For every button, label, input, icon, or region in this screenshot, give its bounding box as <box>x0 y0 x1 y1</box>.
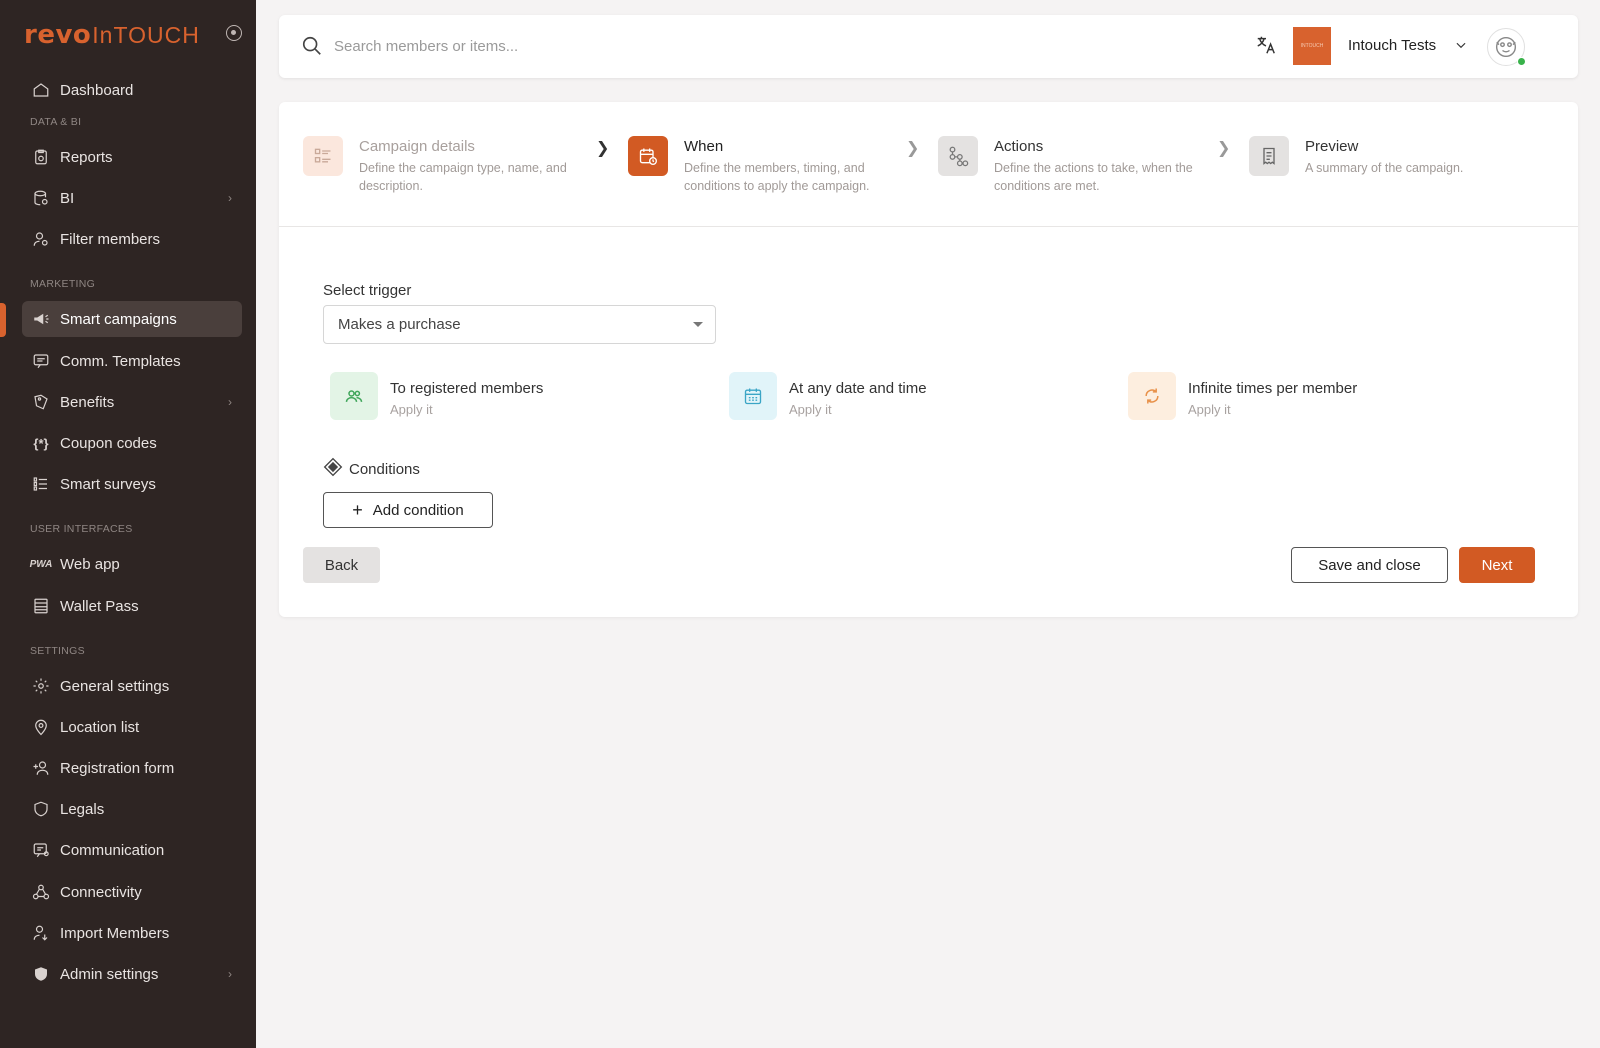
top-bar: INTOUCH Intouch Tests <box>279 15 1578 78</box>
chevron-right-icon: ❯ <box>906 140 920 157</box>
sidebar-item-registration-form[interactable]: Registration form <box>22 750 242 786</box>
sidebar-item-general-settings[interactable]: General settings <box>22 668 242 704</box>
translate-icon[interactable] <box>1255 34 1277 61</box>
user-add-icon <box>30 757 52 779</box>
search-icon <box>301 35 323 62</box>
users-icon <box>330 372 378 420</box>
online-status-dot <box>1517 57 1526 66</box>
chevron-right-icon: › <box>228 395 232 409</box>
shield-icon <box>30 798 52 820</box>
database-icon <box>30 187 52 209</box>
sidebar-item-bi[interactable]: BI › <box>22 180 242 216</box>
diamond-icon <box>323 457 343 481</box>
braces-icon: {*} <box>33 435 49 451</box>
wallet-icon <box>30 595 52 617</box>
chevron-right-icon: ❯ <box>1217 140 1231 157</box>
sidebar: revo InTOUCH Dashboard DATA & BI Reports… <box>0 0 256 1048</box>
save-and-close-button[interactable]: Save and close <box>1291 547 1448 583</box>
plus-icon: + <box>352 499 363 520</box>
section-label-user-interfaces: USER INTERFACES <box>30 523 133 535</box>
add-condition-button[interactable]: + Add condition <box>323 492 493 528</box>
location-pin-icon <box>30 716 52 738</box>
sidebar-item-coupon-codes[interactable]: {*} Coupon codes <box>22 425 242 461</box>
list-icon <box>30 473 52 495</box>
sidebar-item-admin-settings[interactable]: Admin settings › <box>22 956 242 992</box>
sidebar-item-import-members[interactable]: Import Members <box>22 915 242 951</box>
sidebar-item-location-list[interactable]: Location list <box>22 709 242 745</box>
reports-icon <box>30 146 52 168</box>
home-icon <box>30 79 52 101</box>
sidebar-item-legals[interactable]: Legals <box>22 791 242 827</box>
option-times-per-member[interactable]: Infinite times per member Apply it <box>1128 372 1488 422</box>
sidebar-toggle-icon[interactable] <box>226 25 242 41</box>
sidebar-item-reports[interactable]: Reports <box>22 139 242 175</box>
refresh-icon <box>1128 372 1176 420</box>
sidebar-item-connectivity[interactable]: Connectivity <box>22 874 242 910</box>
sidebar-item-wallet-pass[interactable]: Wallet Pass <box>22 588 242 624</box>
brand-logo[interactable]: revo InTOUCH <box>24 20 200 50</box>
chat-settings-icon <box>30 839 52 861</box>
option-date-time[interactable]: At any date and time Apply it <box>729 372 1089 422</box>
megaphone-icon <box>30 308 52 330</box>
webhook-icon <box>30 881 52 903</box>
chevron-down-icon[interactable] <box>1454 38 1468 57</box>
chevron-right-icon: ❯ <box>596 140 610 157</box>
workflow-icon <box>938 136 978 176</box>
sidebar-item-smart-surveys[interactable]: Smart surveys <box>22 466 242 502</box>
sidebar-item-web-app[interactable]: PWA Web app <box>22 546 242 582</box>
receipt-icon <box>1249 136 1289 176</box>
account-logo[interactable]: INTOUCH <box>1293 27 1331 65</box>
chevron-right-icon: › <box>228 967 232 981</box>
message-icon <box>30 350 52 372</box>
sidebar-item-comm-templates[interactable]: Comm. Templates <box>22 343 242 379</box>
tag-icon <box>30 391 52 413</box>
caret-down-icon <box>693 322 703 327</box>
back-button[interactable]: Back <box>303 547 380 583</box>
search-input[interactable] <box>334 31 934 61</box>
sidebar-item-benefits[interactable]: Benefits › <box>22 384 242 420</box>
active-indicator <box>0 303 6 337</box>
gear-icon <box>30 675 52 697</box>
option-registered-members[interactable]: To registered members Apply it <box>330 372 690 422</box>
trigger-select[interactable]: Makes a purchase <box>323 305 716 344</box>
account-name[interactable]: Intouch Tests <box>1348 37 1436 54</box>
trigger-label: Select trigger <box>323 282 412 299</box>
sidebar-item-smart-campaigns[interactable]: Smart campaigns <box>22 301 242 337</box>
section-label-data-bi: DATA & BI <box>30 116 82 128</box>
section-label-marketing: MARKETING <box>30 278 96 290</box>
divider <box>279 226 1578 227</box>
section-label-settings: SETTINGS <box>30 645 85 657</box>
sidebar-item-filter-members[interactable]: Filter members <box>22 221 242 257</box>
pwa-icon: PWA <box>29 558 53 570</box>
next-button[interactable]: Next <box>1459 547 1535 583</box>
calendar-icon <box>729 372 777 420</box>
list-details-icon <box>303 136 343 176</box>
sidebar-item-dashboard[interactable]: Dashboard <box>22 72 242 108</box>
conditions-label: Conditions <box>323 457 420 481</box>
calendar-clock-icon <box>628 136 668 176</box>
campaign-wizard: Campaign details Define the campaign typ… <box>279 102 1578 617</box>
sidebar-item-communication[interactable]: Communication <box>22 832 242 868</box>
admin-shield-icon <box>30 963 52 985</box>
user-import-icon <box>30 922 52 944</box>
chevron-right-icon: › <box>228 191 232 205</box>
user-search-icon <box>30 228 52 250</box>
